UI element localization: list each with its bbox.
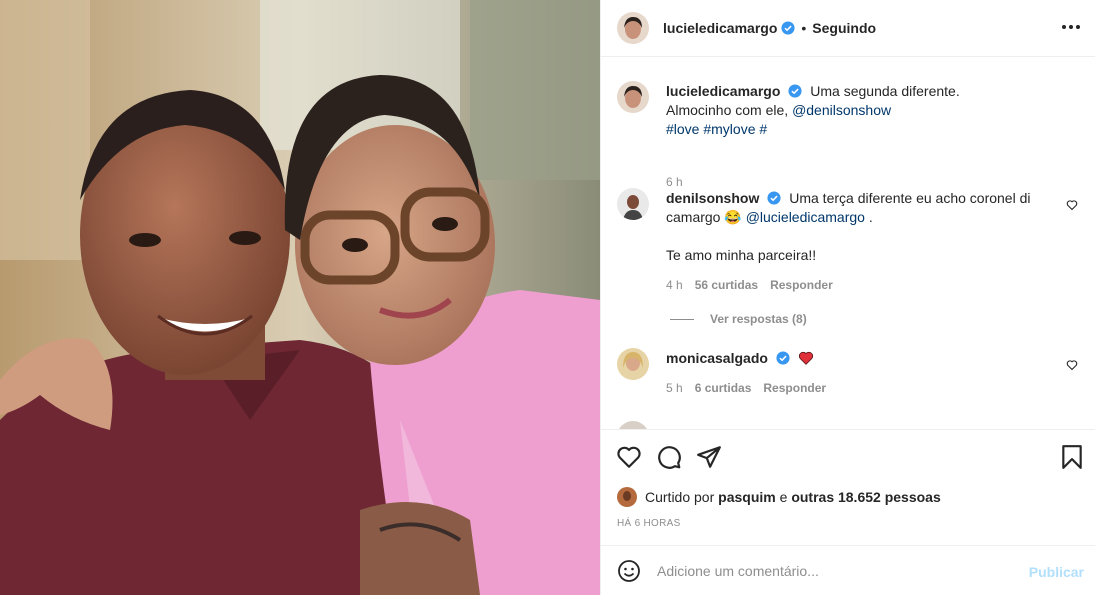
- comment-text-line1: Uma terça diferente eu acho coronel di: [789, 190, 1031, 206]
- caption-avatar[interactable]: [617, 81, 649, 113]
- publish-button[interactable]: Publicar: [1029, 564, 1084, 580]
- post-photo[interactable]: [0, 0, 600, 595]
- comment-item-partial: [617, 421, 1080, 429]
- laughing-emoji: 😂: [724, 209, 742, 225]
- author-username[interactable]: lucieledicamargo: [663, 20, 777, 36]
- view-replies-button[interactable]: Ver respostas (8): [670, 312, 807, 326]
- verified-badge-icon: [776, 351, 790, 365]
- verified-badge-icon: [767, 191, 781, 205]
- comment-meta: 4 h 56 curtidas Responder: [666, 278, 833, 292]
- hashtag-empty[interactable]: #: [759, 121, 767, 137]
- hashtag-love[interactable]: #love: [666, 121, 699, 137]
- comment-like-heart-icon[interactable]: [1066, 199, 1078, 211]
- comment-meta: 5 h 6 curtidas Responder: [666, 381, 826, 395]
- comment-text-line3: Te amo minha parceira!!: [666, 247, 817, 263]
- caption-line1: Uma segunda diferente.: [810, 83, 960, 99]
- comment-icon[interactable]: [656, 444, 682, 470]
- selfie-photo: [0, 0, 600, 595]
- hashtag-mylove[interactable]: #mylove: [703, 121, 755, 137]
- reply-button[interactable]: Responder: [763, 381, 826, 395]
- comment-likes[interactable]: 6 curtidas: [695, 381, 752, 395]
- red-heart-emoji-icon: [798, 351, 813, 365]
- caption: lucieledicamargo Uma segunda diferente. …: [617, 81, 1080, 191]
- verified-badge-icon: [788, 84, 802, 98]
- emoji-icon[interactable]: [617, 559, 641, 583]
- comment-text-period: .: [868, 209, 873, 225]
- comment-mention[interactable]: @lucieledicamargo: [746, 209, 865, 225]
- replies-line: [670, 318, 694, 320]
- likes-middle: e: [779, 489, 788, 505]
- comment-item: monicasalgado 5 h 6 curtidas Responder: [617, 348, 1080, 408]
- separator-dot: •: [801, 20, 807, 36]
- caption-line2: Almocinho com ele,: [666, 102, 789, 118]
- liker-username[interactable]: pasquim: [718, 489, 776, 505]
- liker-avatar[interactable]: [617, 487, 637, 507]
- heart-icon[interactable]: [616, 444, 642, 470]
- bookmark-icon[interactable]: [1059, 444, 1085, 470]
- caption-body: lucieledicamargo Uma segunda diferente. …: [666, 82, 1058, 139]
- comment-avatar[interactable]: [617, 188, 649, 220]
- comment-likes[interactable]: 56 curtidas: [695, 278, 758, 292]
- post-actions: Curtido por pasquim e outras 18.652 pess…: [601, 429, 1095, 545]
- caption-meta: 6 h: [666, 175, 683, 189]
- comment-avatar[interactable]: [617, 421, 649, 429]
- comment-text-line2: camargo: [666, 209, 721, 225]
- more-icon[interactable]: [1062, 18, 1080, 36]
- view-replies-label: Ver respostas (8): [710, 312, 807, 326]
- post-header: lucieledicamargo • Seguindo: [601, 0, 1095, 57]
- comment-composer: Publicar: [601, 545, 1095, 595]
- post-timestamp[interactable]: HÁ 6 HORAS: [617, 518, 681, 529]
- caption-mention[interactable]: @denilsonshow: [792, 102, 891, 118]
- caption-time[interactable]: 6 h: [666, 175, 683, 189]
- comment-time[interactable]: 4 h: [666, 278, 683, 292]
- following-button[interactable]: Seguindo: [812, 20, 876, 36]
- comment-input[interactable]: [657, 562, 1017, 579]
- reply-button[interactable]: Responder: [770, 278, 833, 292]
- likes-prefix: Curtido por: [645, 489, 715, 505]
- comment-item: denilsonshow Uma terça diferente eu acho…: [617, 188, 1080, 328]
- comment-username[interactable]: denilsonshow: [666, 190, 759, 206]
- comment-avatar[interactable]: [617, 348, 649, 380]
- comment-username[interactable]: monicasalgado: [666, 350, 768, 366]
- comments-list[interactable]: lucieledicamargo Uma segunda diferente. …: [601, 57, 1095, 429]
- caption-username[interactable]: lucieledicamargo: [666, 83, 780, 99]
- likes-summary: Curtido por pasquim e outras 18.652 pess…: [617, 487, 941, 507]
- post-side-panel: lucieledicamargo • Seguindo lucieledicam…: [600, 0, 1095, 595]
- comment-body: monicasalgado: [666, 349, 1058, 368]
- author-avatar[interactable]: [617, 12, 649, 44]
- paper-plane-icon[interactable]: [696, 444, 722, 470]
- likes-others[interactable]: outras 18.652 pessoas: [791, 489, 940, 505]
- verified-badge-icon: [781, 21, 795, 35]
- comment-body: denilsonshow Uma terça diferente eu acho…: [666, 189, 1058, 265]
- comment-like-heart-icon[interactable]: [1066, 359, 1078, 371]
- comment-time[interactable]: 5 h: [666, 381, 683, 395]
